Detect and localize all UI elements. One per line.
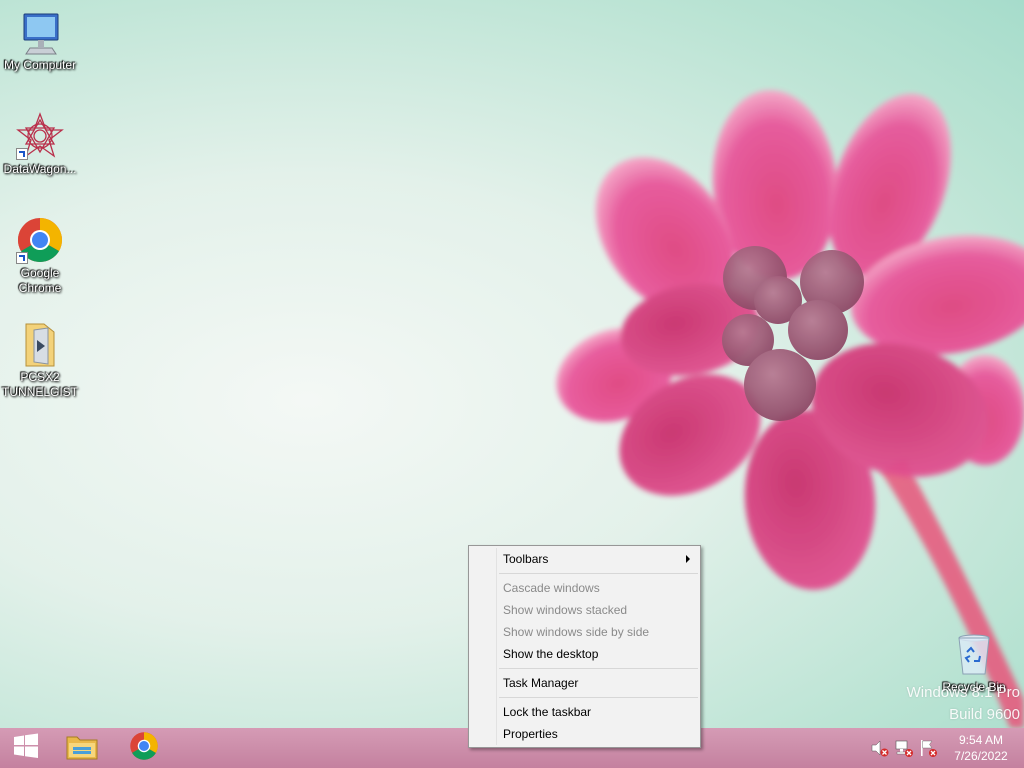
computer-icon <box>16 8 64 56</box>
watermark-edition: Windows 8.1 Pro <box>906 684 1020 701</box>
menu-separator <box>499 573 698 574</box>
volume-muted-icon[interactable] <box>870 738 890 758</box>
menu-item-label: Show the desktop <box>503 647 599 661</box>
action-center-flag-icon[interactable] <box>918 738 938 758</box>
menu-item-label: Show windows side by side <box>503 625 650 639</box>
network-disconnected-icon[interactable] <box>894 738 914 758</box>
menu-item-show-windows-stacked[interactable]: Show windows stacked <box>469 599 700 621</box>
menu-item-label: Properties <box>503 727 558 741</box>
shortcut-arrow-icon <box>16 148 28 160</box>
menu-item-show-the-desktop[interactable]: Show the desktop <box>469 643 700 665</box>
system-tray: 9:54 AM 7/26/2022 <box>870 728 1024 768</box>
watermark-build: Build 9600 <box>949 706 1020 723</box>
menu-separator <box>499 697 698 698</box>
menu-item-show-windows-side-by-side[interactable]: Show windows side by side <box>469 621 700 643</box>
menu-item-task-manager[interactable]: Task Manager <box>469 672 700 694</box>
menu-item-label: Task Manager <box>503 676 579 690</box>
menu-item-label: Show windows stacked <box>503 603 628 617</box>
menu-item-lock-the-taskbar[interactable]: Lock the taskbar <box>469 701 700 723</box>
desktop-icon-datawagon[interactable]: DataWagon... <box>0 112 80 177</box>
clock-time: 9:54 AM <box>958 733 1004 747</box>
menu-item-label: Toolbars <box>503 552 549 566</box>
menu-item-label: Lock the taskbar <box>503 705 592 719</box>
desktop-icon-label: PCSX2 TUNNELGIST <box>1 370 78 399</box>
submenu-arrow-icon <box>686 555 690 563</box>
chrome-icon <box>16 216 64 264</box>
start-button[interactable] <box>0 728 52 768</box>
windows-watermark: Windows 8.1 Pro Build 9600 <box>907 682 1020 726</box>
menu-item-properties[interactable]: Properties <box>469 723 700 745</box>
file-explorer-icon <box>65 731 99 766</box>
menu-item-toolbars[interactable]: Toolbars <box>469 548 700 570</box>
desktop-icon-label: My Computer <box>3 58 77 72</box>
desktop-icon-pcsx2-tunnelgist[interactable]: PCSX2 TUNNELGIST <box>0 320 80 400</box>
folder-icon <box>16 320 64 368</box>
datawagon-icon <box>16 112 64 160</box>
windows-start-icon <box>12 732 40 765</box>
desktop-icon-my-computer[interactable]: My Computer <box>0 8 80 73</box>
desktop-icon-label: DataWagon... <box>3 162 77 176</box>
chrome-icon <box>129 731 159 766</box>
desktop-icon-label: Google Chrome <box>18 266 62 295</box>
menu-item-label: Cascade windows <box>503 581 600 595</box>
clock-date: 7/26/2022 <box>954 749 1008 763</box>
taskbar-clock[interactable]: 9:54 AM 7/26/2022 <box>946 732 1016 764</box>
recycle-bin-icon <box>950 630 998 678</box>
menu-separator <box>499 668 698 669</box>
menu-item-cascade-windows[interactable]: Cascade windows <box>469 577 700 599</box>
taskbar-chrome-button[interactable] <box>118 728 170 768</box>
taskbar-context-menu: Toolbars Cascade windows Show windows st… <box>468 545 701 748</box>
desktop-icon-google-chrome[interactable]: Google Chrome <box>0 216 80 296</box>
shortcut-arrow-icon <box>16 252 28 264</box>
taskbar-file-explorer-button[interactable] <box>56 728 108 768</box>
